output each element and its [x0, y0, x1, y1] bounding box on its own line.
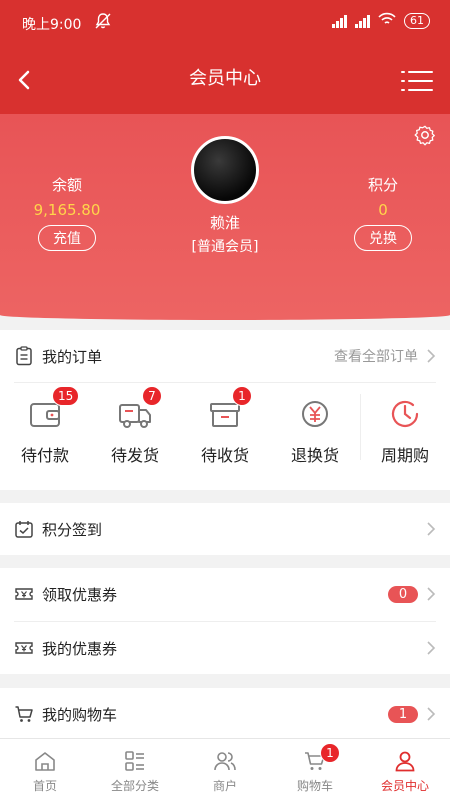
my-cart-label: 我的购物车: [42, 705, 118, 724]
order-status-pending-payment[interactable]: 15 待付款: [0, 378, 90, 478]
order-status-label: 周期购: [380, 446, 429, 465]
settings-gear-icon[interactable]: [414, 124, 436, 146]
view-all-orders-link[interactable]: 查看全部订单: [334, 346, 436, 366]
orders-card: 我的订单 查看全部订单 15 待付款 7 待发货 1 待收货 退换货 周期购: [0, 330, 450, 490]
points-block: 积分 0 兑换: [323, 174, 443, 251]
coupons-card: 领取优惠券 0 我的优惠券: [0, 568, 450, 674]
status-right: 61: [332, 12, 430, 30]
status-time: 晚上9:00: [22, 17, 82, 33]
home-icon: [35, 752, 55, 771]
row-right: 0: [388, 585, 436, 603]
points-value: 0: [378, 201, 388, 219]
chevron-right-icon: [427, 587, 436, 601]
signal-icon: [332, 14, 347, 28]
tab-label: 全部分类: [110, 779, 159, 793]
tab-label: 商户: [212, 779, 237, 793]
get-coupons-row[interactable]: 领取优惠券 0: [0, 568, 450, 620]
my-cart-row[interactable]: 我的购物车 1: [0, 688, 450, 740]
wifi-icon: [378, 12, 396, 30]
checkin-label: 积分签到: [42, 520, 103, 539]
chevron-right-icon: [427, 707, 436, 721]
cart-count-badge: 1: [388, 705, 418, 723]
chevron-right-icon: [427, 349, 436, 363]
bottom-tab-bar: 首页 全部分类 商户 1 购物车 会员中心: [0, 738, 450, 800]
tab-home[interactable]: 首页: [0, 739, 90, 800]
get-coupons-label: 领取优惠券: [42, 585, 118, 604]
battery-indicator: 61: [404, 13, 430, 29]
clock-icon: [391, 400, 419, 427]
coupon-count-badge: 0: [388, 585, 418, 603]
row-right: 1: [388, 705, 436, 723]
calendar-check-icon: [14, 519, 34, 539]
tab-merchants[interactable]: 商户: [180, 739, 270, 800]
chevron-right-icon: [427, 522, 436, 536]
orders-title: 我的订单: [42, 347, 103, 366]
coupon-ticket-icon: [14, 638, 34, 658]
my-coupons-label: 我的优惠券: [42, 639, 118, 658]
points-label: 积分: [367, 176, 398, 194]
order-status-label: 待收货: [200, 446, 249, 465]
order-status-label: 待付款: [20, 446, 69, 465]
cart-tab-badge: 1: [320, 743, 340, 763]
tab-label: 购物车: [296, 779, 333, 793]
view-all-orders-label: 查看全部订单: [334, 349, 418, 365]
refund-yen-icon: [302, 401, 328, 427]
row-right: [426, 640, 436, 656]
checkin-card: 积分签到: [0, 503, 450, 555]
merchant-icon: [214, 752, 236, 771]
menu-list-icon[interactable]: [400, 70, 434, 92]
order-list-icon: [14, 346, 34, 366]
row-right: [426, 521, 436, 537]
order-status-label: 退换货: [290, 446, 339, 465]
pending-receipt-badge: 1: [232, 386, 252, 406]
order-status-subscription[interactable]: 周期购: [360, 378, 450, 478]
tab-label: 会员中心: [380, 779, 429, 793]
avatar[interactable]: [191, 136, 259, 204]
status-bar: 晚上9:00 61: [0, 0, 450, 44]
profile-header: 余额 9,165.80 充值 赖淮 [普通会员] 积分 0 兑换: [0, 114, 450, 320]
order-status-label: 待发货: [110, 446, 159, 465]
orders-header[interactable]: 我的订单 查看全部订单: [0, 330, 450, 382]
chevron-right-icon: [427, 641, 436, 655]
tab-label: 首页: [32, 779, 57, 793]
signal-icon: [355, 14, 370, 28]
tab-cart[interactable]: 1 购物车: [270, 739, 360, 800]
tab-member-center[interactable]: 会员中心: [360, 739, 450, 800]
page-title: 会员中心: [189, 68, 261, 89]
cart-card: 我的购物车 1: [0, 688, 450, 740]
nav-bar: 会员中心: [0, 44, 450, 114]
order-status-returns[interactable]: 退换货: [270, 378, 360, 478]
my-coupons-row[interactable]: 我的优惠券: [0, 622, 450, 674]
member-icon: [395, 751, 415, 772]
coupon-icon: [14, 584, 34, 604]
balance-label: 余额: [51, 176, 82, 194]
tab-categories[interactable]: 全部分类: [90, 739, 180, 800]
order-status-pending-receipt[interactable]: 1 待收货: [180, 378, 270, 478]
order-status-row: 15 待付款 7 待发货 1 待收货 退换货 周期购: [0, 378, 450, 478]
shopping-cart-icon: [14, 704, 34, 724]
category-icon: [125, 751, 144, 771]
order-status-pending-shipment[interactable]: 7 待发货: [90, 378, 180, 478]
mute-bell-icon: [94, 12, 112, 34]
checkin-row[interactable]: 积分签到: [0, 503, 450, 555]
exchange-button[interactable]: 兑换: [354, 225, 412, 251]
pending-payment-badge: 15: [52, 386, 80, 406]
pending-shipment-badge: 7: [142, 386, 162, 406]
